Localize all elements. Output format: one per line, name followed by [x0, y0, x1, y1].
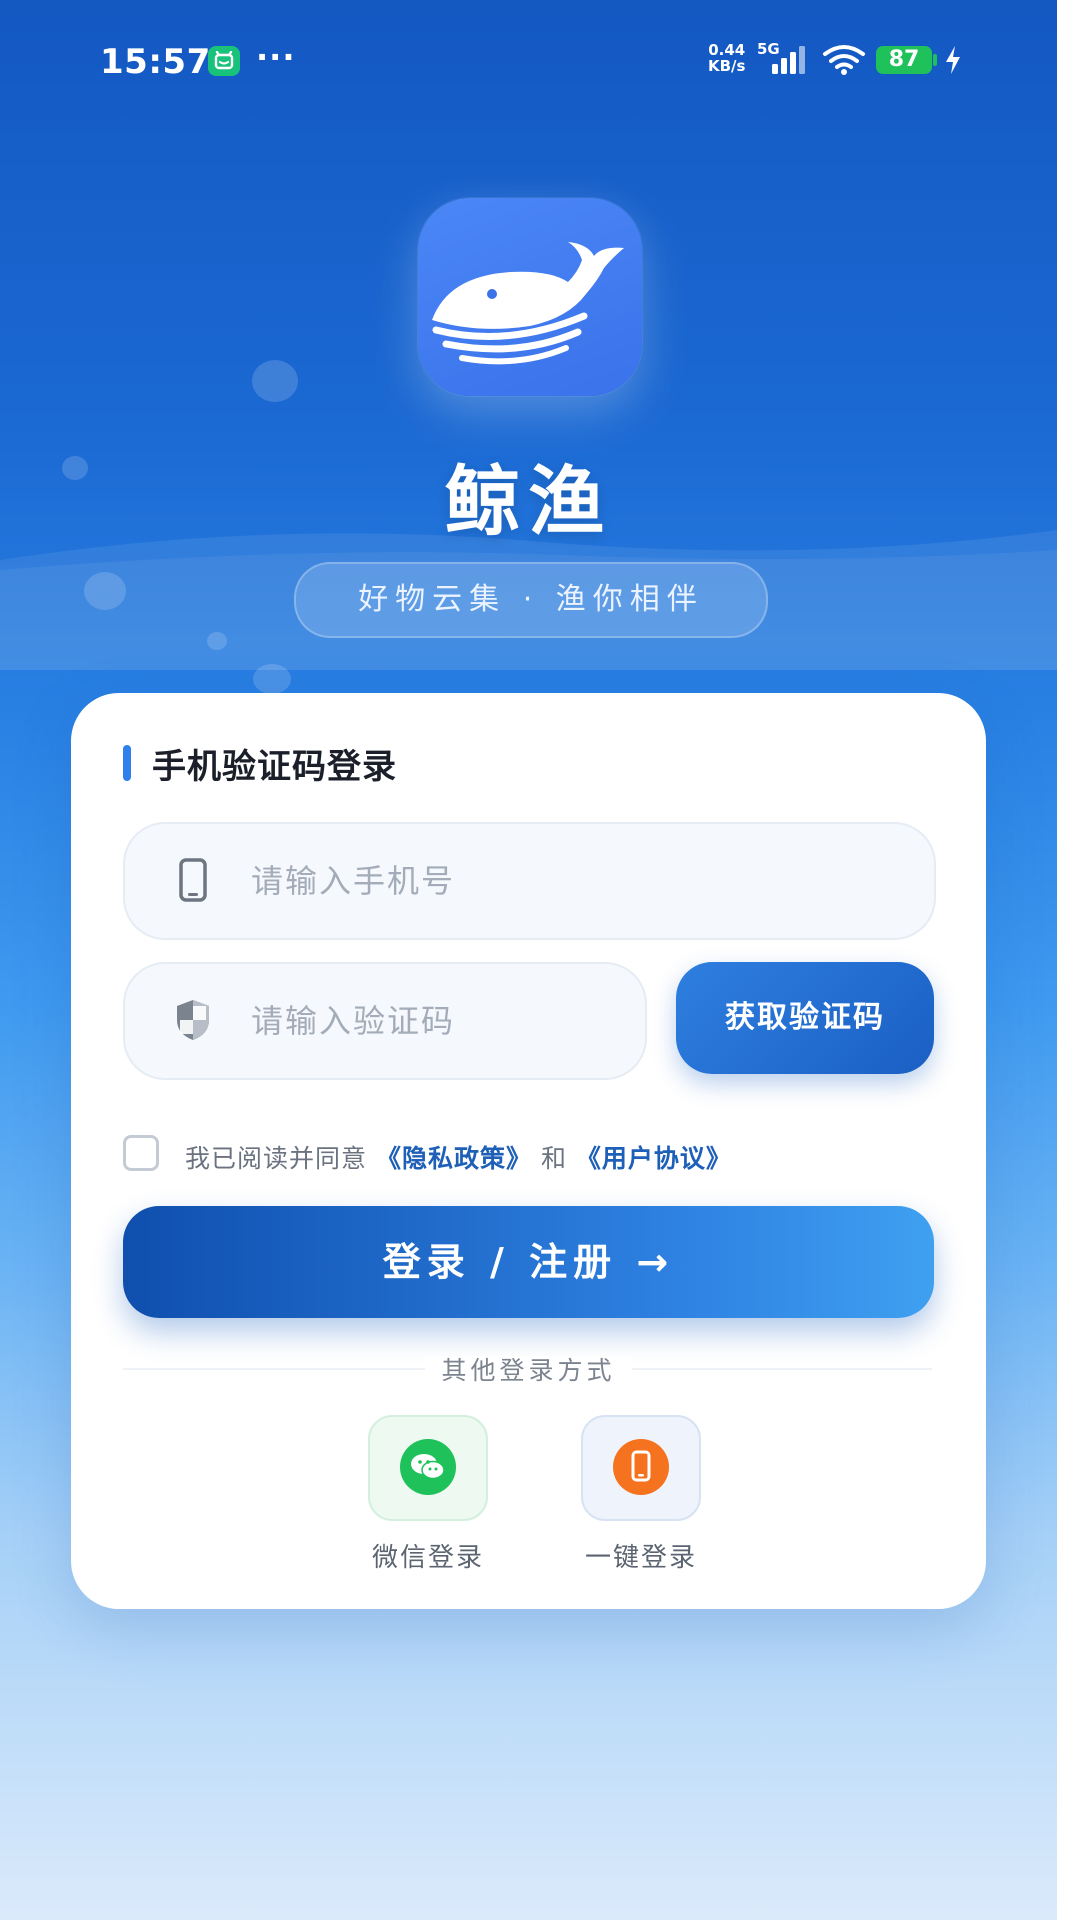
app-logo: [418, 198, 642, 396]
phone-input-container: [123, 822, 936, 940]
wechat-icon: [400, 1439, 456, 1495]
login-screen: 15:57 ··· 0.44 KB/s 5G 87 鲸渔 好物云集 · 渔你相伴…: [0, 0, 1057, 1920]
status-bar: 15:57 ··· 0.44 KB/s 5G 87: [0, 30, 1057, 90]
app-name: 鲸渔: [444, 457, 613, 546]
wifi-icon: [823, 45, 865, 75]
battery-tip: [933, 54, 937, 66]
onekey-login-label: 一键登录: [584, 1543, 697, 1573]
other-methods-label: 其他登录方式: [71, 1351, 986, 1387]
app-notification-icon: [208, 46, 240, 76]
login-register-button[interactable]: 登录 / 注册 →: [123, 1206, 934, 1318]
title-accent-bar: [123, 745, 131, 781]
privacy-policy-link[interactable]: 《隐私政策》: [376, 1144, 532, 1173]
whale-logo-icon: [432, 242, 624, 365]
mobile-phone-icon: [613, 1439, 669, 1495]
get-code-button[interactable]: 获取验证码: [676, 962, 934, 1074]
shield-icon: [177, 1000, 209, 1040]
onekey-login-button[interactable]: [581, 1415, 701, 1521]
wechat-login-button[interactable]: [368, 1415, 488, 1521]
slogan: 好物云集 · 渔你相伴: [294, 562, 768, 638]
agreement-text: 我已阅读并同意 《隐私政策》 和 《用户协议》: [185, 1139, 732, 1175]
status-time: 15:57: [100, 42, 211, 82]
more-notifications-icon: ···: [256, 38, 296, 76]
code-input-container: [123, 962, 647, 1080]
onekey-login-option[interactable]: 一键登录: [581, 1415, 701, 1574]
login-card: 手机验证码登录 获取验证码 我已阅读并同意 《隐私政策》: [71, 693, 986, 1609]
charging-icon: [946, 46, 960, 74]
battery-icon: 87: [876, 46, 932, 74]
phone-input[interactable]: [249, 854, 873, 908]
signal-icon: [772, 46, 805, 74]
decor-bubble: [252, 360, 298, 402]
code-input[interactable]: [249, 994, 623, 1048]
agreement-row: 我已阅读并同意 《隐私政策》 和 《用户协议》: [123, 1135, 943, 1175]
network-speed-unit: KB/s: [708, 57, 746, 75]
agree-prefix: 我已阅读并同意: [185, 1144, 368, 1173]
user-agreement-link[interactable]: 《用户协议》: [576, 1144, 732, 1173]
wechat-login-option[interactable]: 微信登录: [368, 1415, 488, 1574]
wechat-login-label: 微信登录: [371, 1543, 484, 1573]
card-title: 手机验证码登录: [152, 747, 397, 787]
other-methods-text: 其他登录方式: [425, 1356, 632, 1385]
agree-checkbox[interactable]: [123, 1135, 159, 1171]
screen-edge: [1057, 0, 1080, 1920]
agree-and: 和: [540, 1144, 567, 1173]
phone-icon: [179, 858, 207, 902]
network-speed: 0.44 KB/s: [708, 42, 745, 74]
